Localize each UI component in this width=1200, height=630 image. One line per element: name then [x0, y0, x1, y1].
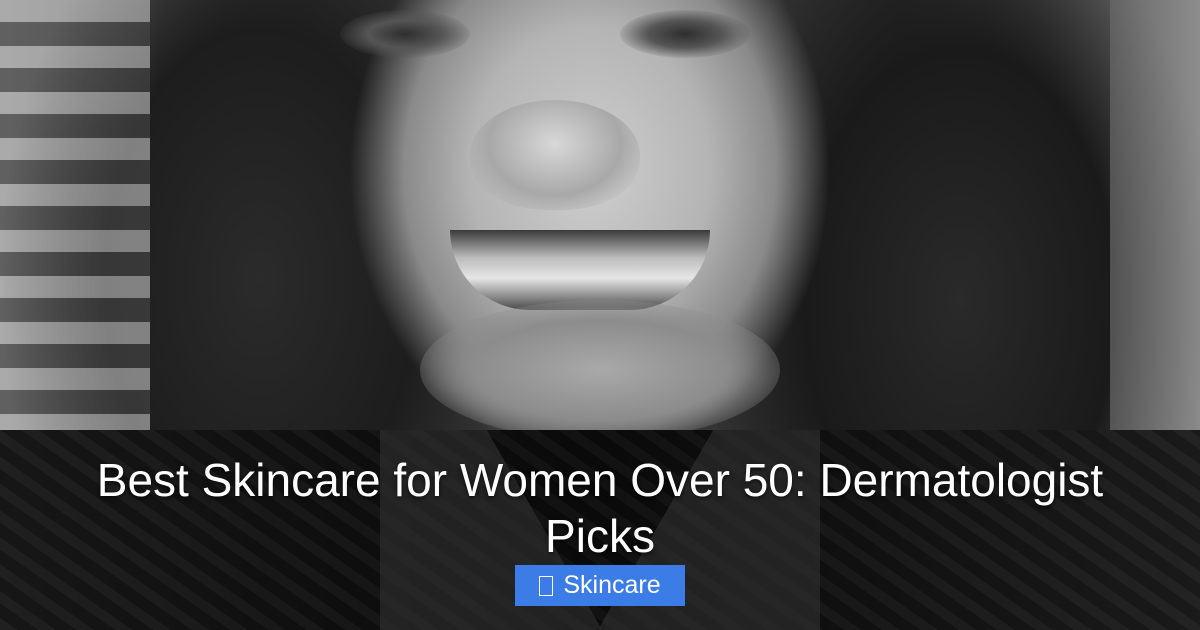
photo-smile — [450, 230, 710, 310]
photo-nose — [470, 100, 640, 210]
tag-icon — [539, 575, 554, 596]
photo-eye-left — [340, 10, 470, 58]
category-badge[interactable]: Skincare — [515, 565, 685, 606]
article-title[interactable]: Best Skincare for Women Over 50: Dermato… — [40, 452, 1160, 564]
photo-background-wall — [1110, 0, 1200, 430]
photo-chin — [420, 300, 780, 440]
category-badge-label: Skincare — [563, 571, 661, 599]
photo-eye-right — [620, 10, 750, 58]
featured-card: Best Skincare for Women Over 50: Dermato… — [0, 0, 1200, 630]
photo-background-panels — [0, 0, 150, 430]
